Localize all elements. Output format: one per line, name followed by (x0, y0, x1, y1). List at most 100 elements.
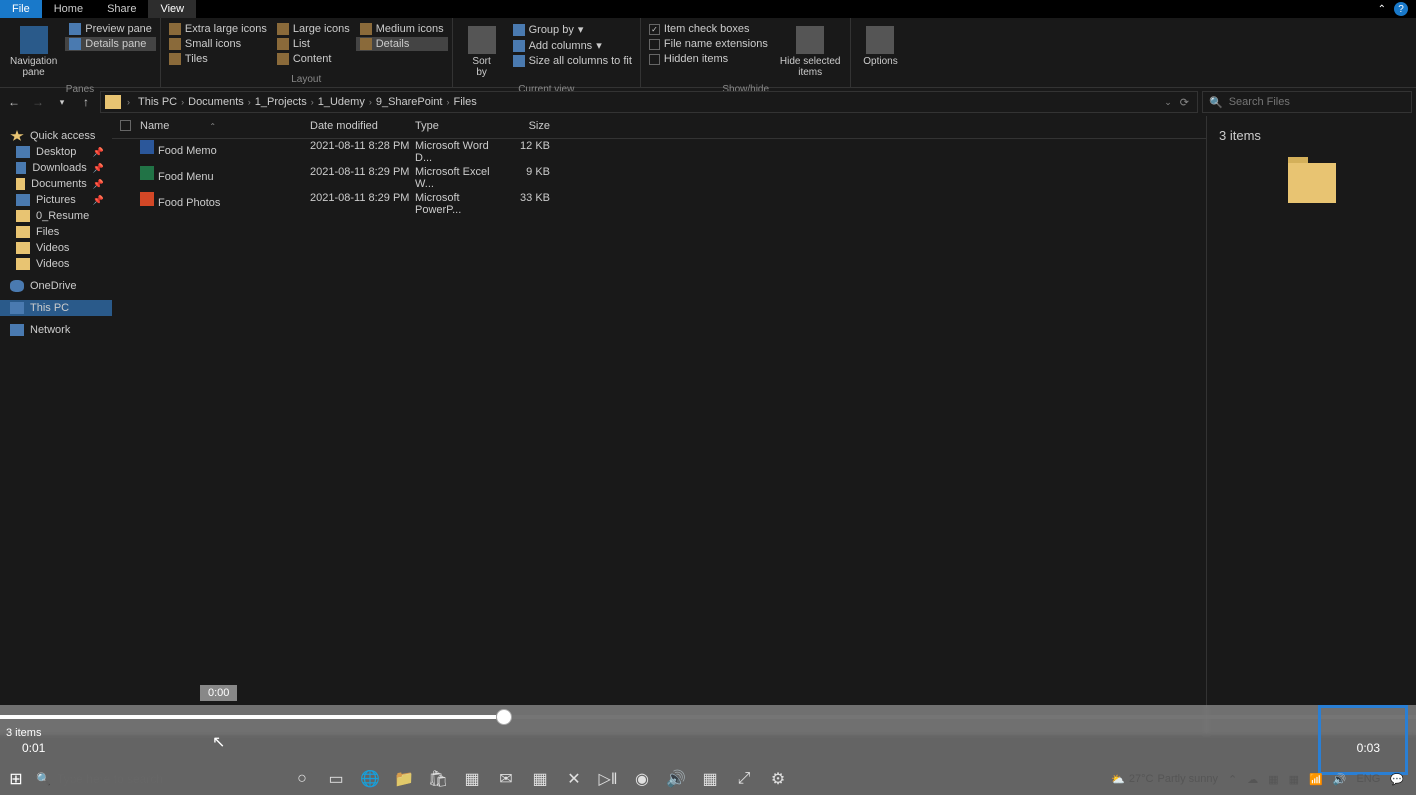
current-time: 0:01 (22, 741, 45, 755)
chevron-right-icon[interactable]: › (125, 97, 132, 107)
progress-bar[interactable] (0, 715, 1416, 719)
chevron-right-icon[interactable]: › (246, 97, 253, 107)
tray-volume-icon[interactable]: 🔊 (1333, 773, 1347, 786)
sidebar-item-videos1[interactable]: Videos (0, 240, 112, 256)
volume-icon[interactable]: 🔊 (662, 765, 690, 793)
search-box[interactable]: 🔍 (1202, 91, 1412, 113)
taskbar-search[interactable]: 🔍 Type here to search (28, 765, 268, 793)
details-pane-button[interactable]: Details pane (65, 37, 156, 51)
checkbox-file-extensions[interactable]: File name extensions (645, 37, 772, 51)
dropdown-icon[interactable]: ⌄ (1164, 97, 1172, 108)
start-button[interactable]: ⊞ (4, 767, 28, 791)
size-columns-button[interactable]: Size all columns to fit (509, 54, 636, 68)
play-pause-icon[interactable]: ▷‖ (594, 765, 622, 793)
breadcrumb-segment[interactable]: 1_Projects (253, 96, 309, 108)
sidebar-item-documents[interactable]: Documents📌 (0, 176, 112, 192)
preview-pane-button[interactable]: Preview pane (65, 22, 156, 36)
checkbox-item-checkboxes[interactable]: Item check boxes (645, 22, 772, 36)
history-dropdown[interactable]: ▾ (52, 92, 72, 112)
layout-tiles[interactable]: Tiles (165, 52, 271, 66)
column-name-header[interactable]: Name⌃ (130, 120, 310, 134)
chevron-right-icon[interactable]: › (309, 97, 316, 107)
app-icon[interactable]: ✕ (560, 765, 588, 793)
ribbon-collapse-icon[interactable]: ⌃ (1378, 4, 1386, 15)
sidebar-item-desktop[interactable]: Desktop📌 (0, 144, 112, 160)
tray-lang[interactable]: ENG (1356, 773, 1380, 785)
breadcrumb-segment[interactable]: 9_SharePoint (374, 96, 445, 108)
help-button[interactable]: ? (1394, 2, 1408, 16)
sidebar-item-videos2[interactable]: Videos (0, 256, 112, 272)
app-icon[interactable]: ▦ (458, 765, 486, 793)
sidebar-item-downloads[interactable]: Downloads📌 (0, 160, 112, 176)
tab-view[interactable]: View (148, 0, 196, 18)
ribbon-label: Add columns (529, 40, 593, 52)
address-bar[interactable]: › This PC›Documents›1_Projects›1_Udemy›9… (100, 91, 1198, 113)
breadcrumb-segment[interactable]: Files (452, 96, 479, 108)
progress-thumb[interactable] (496, 709, 512, 725)
sidebar-item-network[interactable]: Network (0, 322, 112, 338)
breadcrumb-segment[interactable]: Documents (186, 96, 246, 108)
edge-icon[interactable]: 🌐 (356, 765, 384, 793)
sidebar-item-quickaccess[interactable]: Quick access (0, 128, 112, 144)
window-controls: ⌃ ? (1378, 2, 1416, 16)
options-button[interactable]: Options (855, 22, 905, 71)
layout-details[interactable]: Details (356, 37, 448, 51)
file-type: Microsoft Word D... (415, 140, 500, 164)
app-icon[interactable]: ▦ (526, 765, 554, 793)
layout-list[interactable]: List (273, 37, 354, 51)
search-input[interactable] (1229, 96, 1405, 108)
tray-wifi-icon[interactable]: 📶 (1309, 773, 1323, 786)
refresh-button[interactable]: ⟳ (1180, 96, 1189, 109)
layout-extra-large[interactable]: Extra large icons (165, 22, 271, 36)
navigation-pane-button[interactable]: Navigation pane (4, 22, 63, 82)
back-button[interactable]: ← (4, 92, 24, 112)
tab-file[interactable]: File (0, 0, 42, 18)
group-by-button[interactable]: Group by ▾ (509, 22, 636, 37)
layout-large[interactable]: Large icons (273, 22, 354, 36)
breadcrumb-segment[interactable]: This PC (136, 96, 179, 108)
file-row[interactable]: Food Photos2021-08-11 8:29 PMMicrosoft P… (112, 191, 1206, 217)
hide-selected-button[interactable]: Hide selected items (774, 22, 847, 82)
tab-share[interactable]: Share (95, 0, 148, 18)
sidebar-item-onedrive[interactable]: OneDrive (0, 278, 112, 294)
mail-icon[interactable]: ✉ (492, 765, 520, 793)
column-type-header[interactable]: Type (415, 120, 500, 134)
settings-icon[interactable]: ⚙ (764, 765, 792, 793)
sort-by-button[interactable]: Sort by (457, 22, 507, 82)
sidebar-item-resume[interactable]: 0_Resume (0, 208, 112, 224)
column-date-header[interactable]: Date modified (310, 120, 415, 134)
store-icon[interactable]: 🛍 (424, 765, 452, 793)
file-row[interactable]: Food Menu2021-08-11 8:29 PMMicrosoft Exc… (112, 165, 1206, 191)
weather-widget[interactable]: ⛅ 27°C Partly sunny (1111, 773, 1218, 786)
chevron-right-icon[interactable]: › (445, 97, 452, 107)
layout-medium[interactable]: Medium icons (356, 22, 448, 36)
tray-icon[interactable]: ▦ (1268, 773, 1278, 786)
add-columns-button[interactable]: Add columns ▾ (509, 38, 636, 53)
file-row[interactable]: Food Memo2021-08-11 8:28 PMMicrosoft Wor… (112, 139, 1206, 165)
chevron-right-icon[interactable]: › (367, 97, 374, 107)
taskview-icon[interactable]: ▭ (322, 765, 350, 793)
tray-chevron-icon[interactable]: ⌃ (1228, 773, 1237, 786)
tray-icon[interactable]: ☁ (1247, 773, 1258, 786)
file-size: 33 KB (500, 192, 560, 216)
checkbox-hidden-items[interactable]: Hidden items (645, 52, 772, 66)
sidebar-item-thispc[interactable]: This PC (0, 300, 112, 316)
expand-icon[interactable]: ⤢ (730, 765, 758, 793)
breadcrumb-segment[interactable]: 1_Udemy (316, 96, 367, 108)
up-button[interactable]: ↑ (76, 92, 96, 112)
layout-content[interactable]: Content (273, 52, 354, 66)
sidebar-item-pictures[interactable]: Pictures📌 (0, 192, 112, 208)
tab-home[interactable]: Home (42, 0, 95, 18)
app-icon[interactable]: ▦ (696, 765, 724, 793)
explorer-icon[interactable]: 📁 (390, 765, 418, 793)
chevron-right-icon[interactable]: › (179, 97, 186, 107)
column-size-header[interactable]: Size (500, 120, 560, 134)
tray-icon[interactable]: ▦ (1289, 773, 1299, 786)
notifications-icon[interactable]: 💬 (1390, 773, 1404, 786)
select-all-checkbox[interactable] (112, 120, 130, 134)
layout-small[interactable]: Small icons (165, 37, 271, 51)
cortana-icon[interactable]: ○ (288, 765, 316, 793)
forward-button[interactable]: → (28, 92, 48, 112)
app-icon[interactable]: ◉ (628, 765, 656, 793)
sidebar-item-files[interactable]: Files (0, 224, 112, 240)
